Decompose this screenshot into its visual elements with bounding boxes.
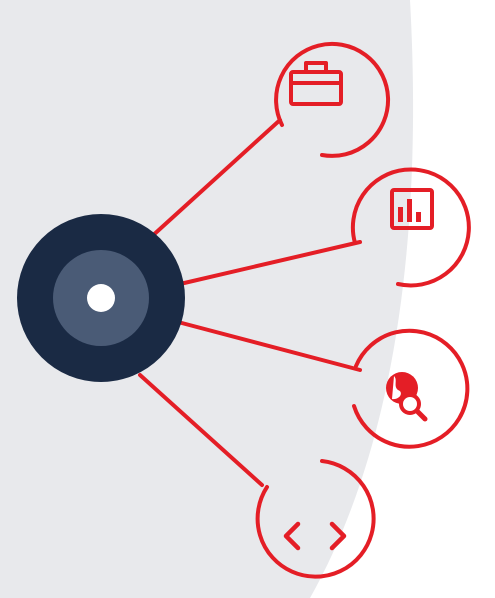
- hub-center-dot: [87, 284, 115, 312]
- globe-search-icon: [386, 372, 428, 422]
- hub-diagram: [0, 0, 495, 598]
- hub-node[interactable]: [17, 214, 185, 382]
- diagram-canvas: [0, 0, 471, 598]
